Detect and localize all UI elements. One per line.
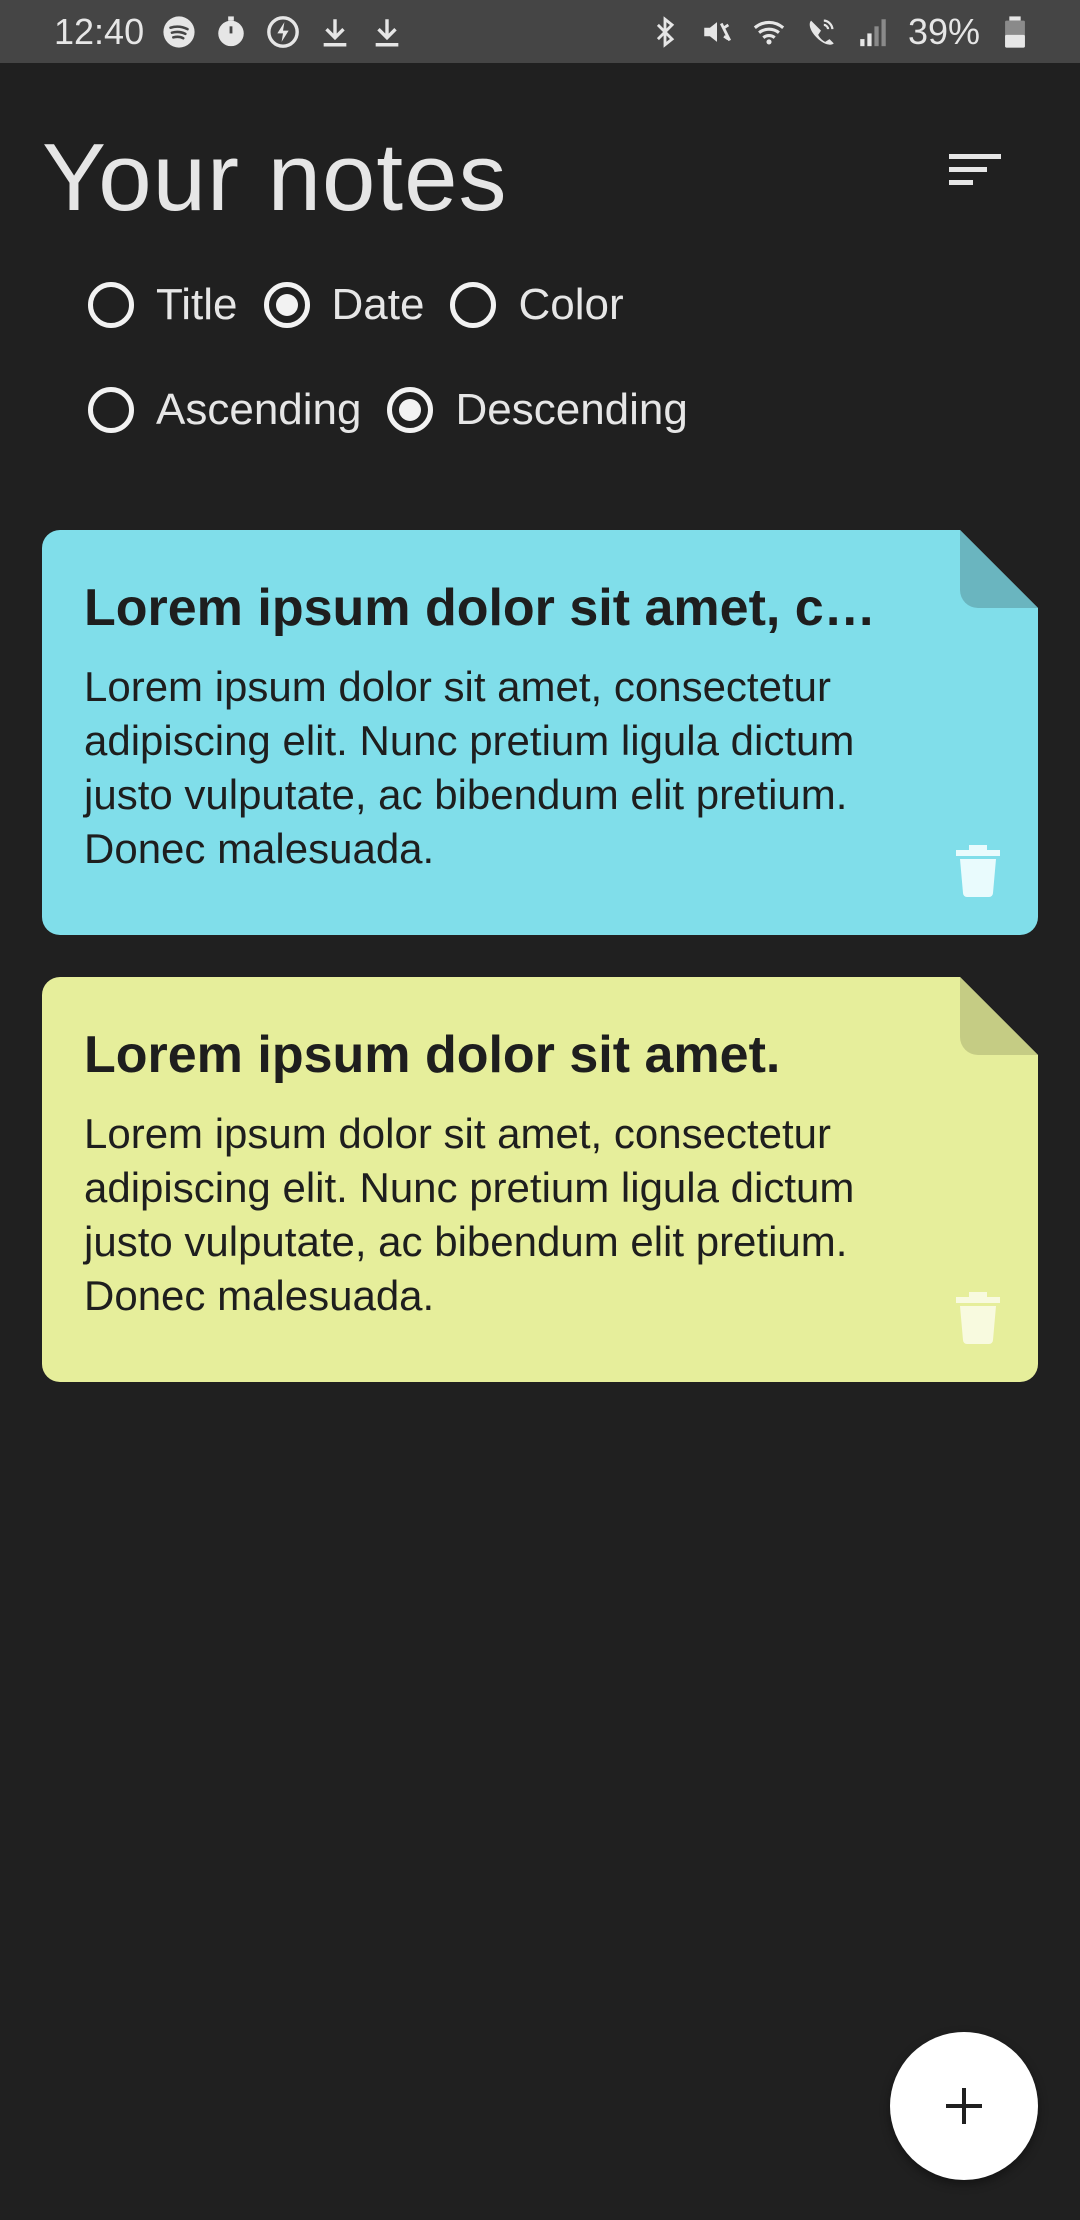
status-bar: 12:40 39% [0,0,1080,63]
sort-icon [949,154,1001,185]
notes-screen: 12:40 39% Your notes Title Date Color As… [0,0,1080,2220]
delete-note-button[interactable] [956,1292,1000,1344]
note-fold-corner [960,530,1038,608]
radio-title[interactable]: Title [88,280,238,330]
radio-selected-dot [399,399,422,421]
page-title: Your notes [42,124,508,231]
battery-icon [998,15,1032,49]
status-time: 12:40 [54,10,145,52]
radio-date[interactable]: Date [263,280,425,330]
spotify-icon [162,15,196,49]
note-card[interactable]: Lorem ipsum dolor sit amet, c… Lorem ips… [42,530,1038,935]
radio-color[interactable]: Color [450,280,624,330]
signal-icon [856,15,890,49]
radio-label: Date [331,280,425,329]
download-icon [370,15,404,49]
mute-icon [700,15,734,49]
timer-icon [214,15,248,49]
trash-icon [956,845,1000,897]
radio-circle [450,282,497,328]
plus-icon [946,2088,982,2124]
radio-circle [88,387,134,433]
order-by-group: Title Date Color [88,280,650,330]
note-body: Lorem ipsum dolor sit amet, consectetur … [84,663,855,872]
note-body: Lorem ipsum dolor sit amet, consectetur … [84,1110,855,1319]
status-bar-left: 12:40 [54,11,404,53]
download-icon [318,15,352,49]
radio-label: Descending [455,385,688,434]
radio-circle [263,282,310,328]
order-direction-group: Ascending Descending [88,385,714,435]
bluetooth-icon [648,15,682,49]
radio-selected-dot [275,294,298,316]
wifi-calling-icon [804,15,838,49]
radio-label: Title [156,280,238,329]
power-icon [266,15,300,49]
delete-note-button[interactable] [956,845,1000,897]
wifi-icon [752,15,786,49]
note-title: Lorem ipsum dolor sit amet, c… [84,579,876,637]
note-card[interactable]: Lorem ipsum dolor sit amet. Lorem ipsum … [42,977,1038,1382]
radio-label: Color [518,280,624,329]
sort-toggle-button[interactable] [940,140,1010,200]
status-bar-right: 39% [648,11,1032,53]
radio-label: Ascending [156,385,362,434]
battery-percentage: 39% [907,10,980,52]
radio-circle [387,387,434,433]
radio-descending[interactable]: Descending [387,385,688,435]
add-note-button[interactable] [890,2032,1038,2180]
radio-circle [88,282,134,328]
note-title: Lorem ipsum dolor sit amet. [84,1026,781,1084]
note-fold-corner [960,977,1038,1055]
radio-ascending[interactable]: Ascending [88,385,361,435]
trash-icon [956,1292,1000,1344]
